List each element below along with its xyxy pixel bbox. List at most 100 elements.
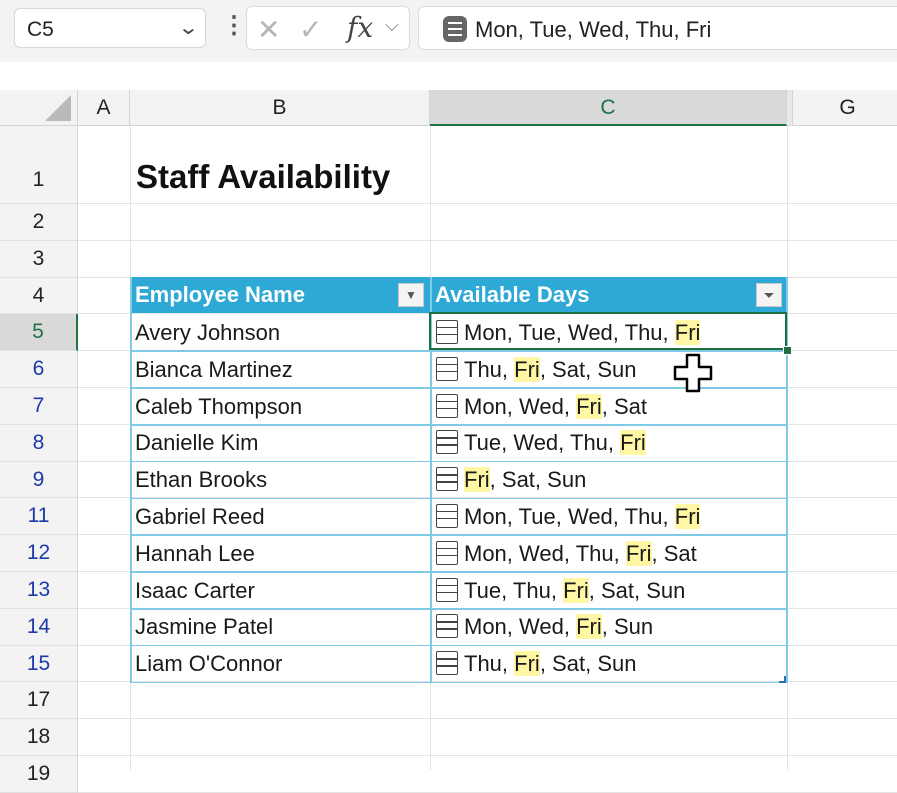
table-header-available-days[interactable]: Available Days ⏷ [430,277,787,313]
day-value: Mon [464,503,507,529]
employee-name-cell[interactable]: Jasmine Patel [135,609,425,645]
cancel-icon[interactable]: ✕ [257,13,280,46]
day-value: Sat [552,651,586,677]
row-header-1[interactable]: 1 [0,126,78,204]
chevron-down-icon[interactable]: ⌵ [385,15,399,36]
header-label: Employee Name [135,282,305,307]
name-box[interactable]: C5 ⌄ [14,8,206,48]
row-header-12[interactable]: 12 [0,535,78,572]
day-value: Tue [464,577,502,603]
row-header-11[interactable]: 11 [0,498,78,536]
worksheet-grid: A B C G 1 2 3 4 5 6 7 8 9 11 12 13 14 15 17 18 19 Staff … [0,62,897,793]
list-icon [436,614,458,639]
row-header-8[interactable]: 8 [0,424,78,462]
employee-name-cell[interactable]: Gabriel Reed [135,499,425,535]
column-header-g[interactable]: G [793,90,897,126]
list-icon [443,16,467,42]
row-header-9[interactable]: 9 [0,461,78,499]
column-header-b[interactable]: B [130,90,430,126]
available-days-cell[interactable]: Mon, Wed, Thu, Fri, Sat [436,536,784,572]
dropdown-arrow-icon[interactable]: ▼ [398,283,424,307]
day-value: Sun [597,356,637,382]
row-header-5[interactable]: 5 [0,314,78,352]
separator: , [563,614,577,640]
table-header-employee-name[interactable]: Employee Name ▼ [130,277,430,313]
separator: , [613,540,626,566]
gridline-horizontal [78,239,897,241]
row-header-6[interactable]: 6 [0,351,78,388]
employee-name-cell[interactable]: Isaac Carter [135,573,425,609]
highlighted-day: Fri [514,651,540,677]
highlighted-day: Fri [625,540,652,566]
separator: , [555,503,568,529]
separator: , [601,614,614,640]
available-days-cell[interactable]: Thu, Fri, Sat, Sun [436,646,784,682]
available-days-cell[interactable]: Tue, Thu, Fri, Sat, Sun [436,573,784,609]
gridline-horizontal [78,203,897,204]
day-value: Tue [518,503,556,529]
row-header-4[interactable]: 4 [0,277,78,315]
employee-name-cell[interactable]: Ethan Brooks [135,462,425,498]
column-header-a[interactable]: A [78,90,130,126]
row-header-3[interactable]: 3 [0,240,78,278]
day-value: Mon [464,393,507,419]
available-days-cell[interactable]: Mon, Tue, Wed, Thu, Fri [436,499,784,535]
separator: , [539,651,553,677]
filter-icon[interactable]: ⏷ [756,283,782,307]
employee-name-cell[interactable]: Danielle Kim [135,425,425,461]
row-header-19[interactable]: 19 [0,756,78,793]
column-header-c[interactable]: C [430,90,787,126]
highlighted-day: Fri [620,430,646,456]
row-header-17[interactable]: 17 [0,682,78,720]
separator: , [588,577,601,603]
row-header-2[interactable]: 2 [0,204,78,241]
day-value: Wed [519,614,564,640]
separator: , [612,503,625,529]
row-header-15[interactable]: 15 [0,645,78,683]
available-days-cell[interactable]: Mon, Wed, Fri, Sun [436,609,784,645]
more-options-icon[interactable]: ⋮ [222,12,246,40]
employee-name-cell[interactable]: Liam O'Connor [135,646,425,682]
table-resize-handle[interactable] [779,675,786,683]
separator: , [506,540,520,566]
table-row-border [130,681,787,684]
separator: , [563,393,577,419]
separator: , [501,430,514,456]
employee-name-cell[interactable]: Hannah Lee [135,536,425,572]
available-days-cell[interactable]: Mon, Wed, Fri, Sat [436,389,784,425]
day-value: Thu [464,356,502,382]
separator: , [563,540,576,566]
table-column-border [130,277,132,683]
day-value: Wed [519,393,564,419]
day-value: Wed [519,540,564,566]
formula-bar-area: C5 ⌄ ⋮ ✕ ✓ fx ⌵ Mon, Tue, Wed, Thu, Fri [0,0,897,62]
day-value: Sat [614,393,648,419]
confirm-icon[interactable]: ✓ [299,13,322,46]
employee-name-cell[interactable]: Caleb Thompson [135,389,425,425]
day-value: Sat [501,467,535,493]
chevron-down-icon[interactable]: ⌄ [178,15,200,40]
separator: , [651,540,664,566]
formula-text: Mon, Tue, Wed, Thu, Fri [475,17,712,42]
separator: , [506,503,519,529]
separator: , [501,651,515,677]
formula-input[interactable]: Mon, Tue, Wed, Thu, Fri [418,6,897,50]
employee-name-cell[interactable]: Bianca Martinez [135,352,425,388]
separator: , [601,393,614,419]
employee-name-cell[interactable]: Avery Johnson [135,315,425,351]
day-value: Sat [663,540,697,566]
select-all-icon[interactable] [45,95,71,121]
row-header-7[interactable]: 7 [0,388,78,425]
available-days-cell[interactable]: Thu, Fri, Sat, Sun [436,352,784,388]
row-header-14[interactable]: 14 [0,608,78,646]
insert-function-icon[interactable]: fx [347,11,373,44]
row-header-18[interactable]: 18 [0,719,78,756]
list-icon [436,540,458,565]
available-days-cell[interactable]: Fri, Sat, Sun [436,462,784,498]
day-value: Thu [575,540,614,566]
select-all-corner[interactable] [0,90,78,126]
available-days-cell[interactable]: Tue, Wed, Thu, Fri [436,425,784,461]
fill-handle[interactable] [783,346,792,355]
highlighted-day: Fri [464,467,490,493]
row-header-13[interactable]: 13 [0,572,78,609]
